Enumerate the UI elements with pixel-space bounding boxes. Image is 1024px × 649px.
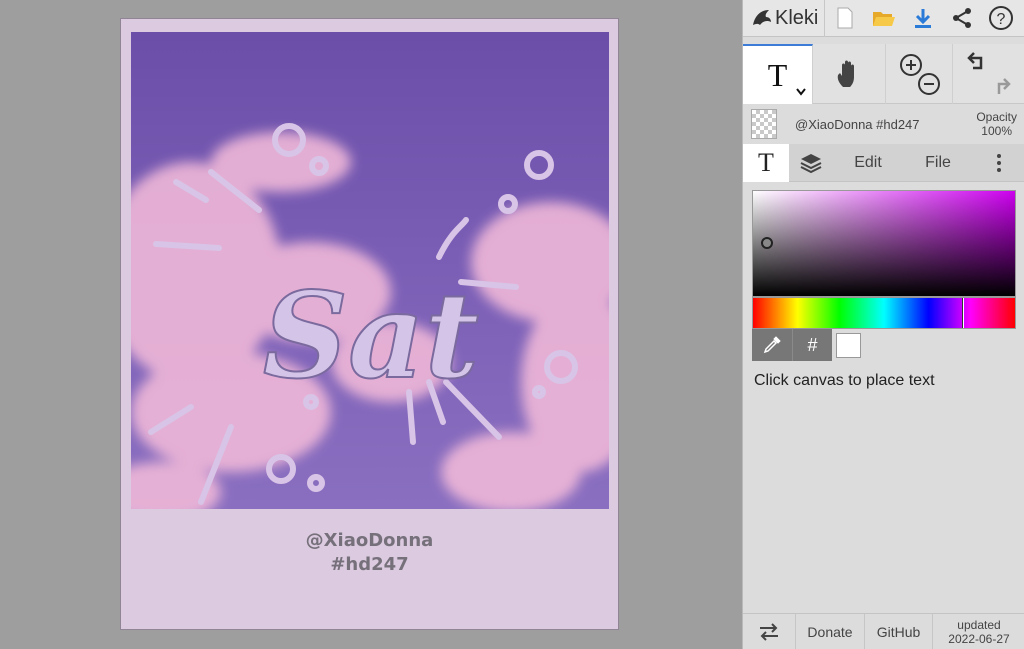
chevron-down-icon[interactable] [796, 88, 806, 96]
hue-slider[interactable] [752, 297, 1016, 329]
more-menu-button[interactable] [973, 144, 1024, 182]
panel-tabs: T Edit File [743, 144, 1024, 182]
swap-panel-side-button[interactable] [743, 614, 796, 649]
download-button[interactable] [903, 0, 942, 37]
github-link[interactable]: GitHub [865, 614, 933, 649]
open-folder-icon [872, 12, 895, 26]
layer-opacity[interactable]: Opacity 100% [976, 110, 1017, 138]
hex-input-button[interactable]: # [792, 329, 832, 361]
tool-hint: Click canvas to place text [754, 372, 935, 389]
eyedropper-icon [763, 336, 781, 354]
new-file-button[interactable] [825, 0, 864, 37]
polaroid-caption: @XiaoDonna #hd247 [121, 529, 618, 577]
more-vertical-icon [997, 154, 1001, 172]
zoom-controls [886, 44, 953, 104]
zoom-icons [900, 54, 940, 95]
zoom-out-icon[interactable] [918, 73, 940, 95]
artwork-title: Sat [263, 266, 479, 405]
color-picker-handle[interactable] [761, 237, 773, 249]
hand-tool-button[interactable] [813, 44, 886, 104]
panel-footer: Donate GitHub updated 2022-06-27 [743, 613, 1024, 649]
sky-photo[interactable]: Sat [131, 32, 609, 509]
caption-handle: @XiaoDonna [305, 530, 434, 551]
download-icon [914, 9, 931, 28]
share-icon [952, 8, 971, 28]
polaroid-artwork[interactable]: Sat @XiaoDonna #hd247 [120, 18, 619, 630]
hue-slider-handle[interactable] [962, 298, 964, 328]
text-tool-icon: T [767, 56, 788, 93]
tool-settings-icon: T [758, 148, 774, 177]
active-layer-bar[interactable]: @XiaoDonna #hd247 Opacity 100% [743, 104, 1024, 144]
help-glyph: ? [996, 11, 1005, 28]
share-button[interactable] [942, 0, 981, 37]
color-saturation-picker[interactable] [752, 190, 1016, 297]
eyedropper-button[interactable] [752, 329, 792, 361]
open-file-button[interactable] [864, 0, 903, 37]
caption-tag: #hd247 [330, 554, 409, 575]
changelog-link[interactable]: updated 2022-06-27 [933, 614, 1024, 649]
current-color-swatch[interactable] [836, 332, 861, 358]
opacity-label: Opacity [976, 110, 1017, 124]
tool-bar: T [743, 44, 1024, 104]
layer-name: @XiaoDonna #hd247 [795, 116, 920, 132]
tab-edit[interactable]: Edit [833, 144, 903, 182]
redo-icon[interactable] [997, 78, 1011, 94]
tab-file[interactable]: File [903, 144, 973, 182]
undo-redo-controls [953, 44, 1024, 104]
sky-illustration: Sat [131, 32, 609, 509]
layers-icon [800, 154, 822, 174]
text-tool-button[interactable]: T [743, 44, 813, 104]
undo-icon[interactable] [967, 52, 983, 70]
side-panel: Kleki ? T @XiaoDonna #hd247 Opacity 100%… [742, 0, 1024, 649]
tab-layers[interactable] [789, 144, 833, 182]
opacity-value: 100% [981, 124, 1012, 138]
zoom-in-icon[interactable] [900, 54, 922, 76]
new-file-icon [837, 7, 853, 29]
tab-tool-settings[interactable]: T [743, 144, 789, 182]
layer-thumbnail[interactable] [751, 109, 777, 139]
app-name: Kleki [775, 6, 819, 29]
kleki-logo[interactable]: Kleki [743, 0, 826, 37]
swap-arrows-icon [760, 623, 778, 641]
help-icon: ? [988, 6, 1013, 30]
updated-label: updated [957, 618, 1001, 632]
undo-redo-icons [967, 52, 1011, 94]
updated-date: 2022-06-27 [948, 632, 1010, 646]
color-tools: # [752, 329, 861, 361]
help-button[interactable]: ? [981, 0, 1020, 37]
kleki-bird-icon [753, 10, 771, 25]
hand-tool-icon [837, 60, 854, 87]
canvas-area[interactable]: Sat @XiaoDonna #hd247 [0, 0, 742, 649]
donate-link[interactable]: Donate [796, 614, 865, 649]
top-bar: Kleki ? [743, 0, 1024, 37]
